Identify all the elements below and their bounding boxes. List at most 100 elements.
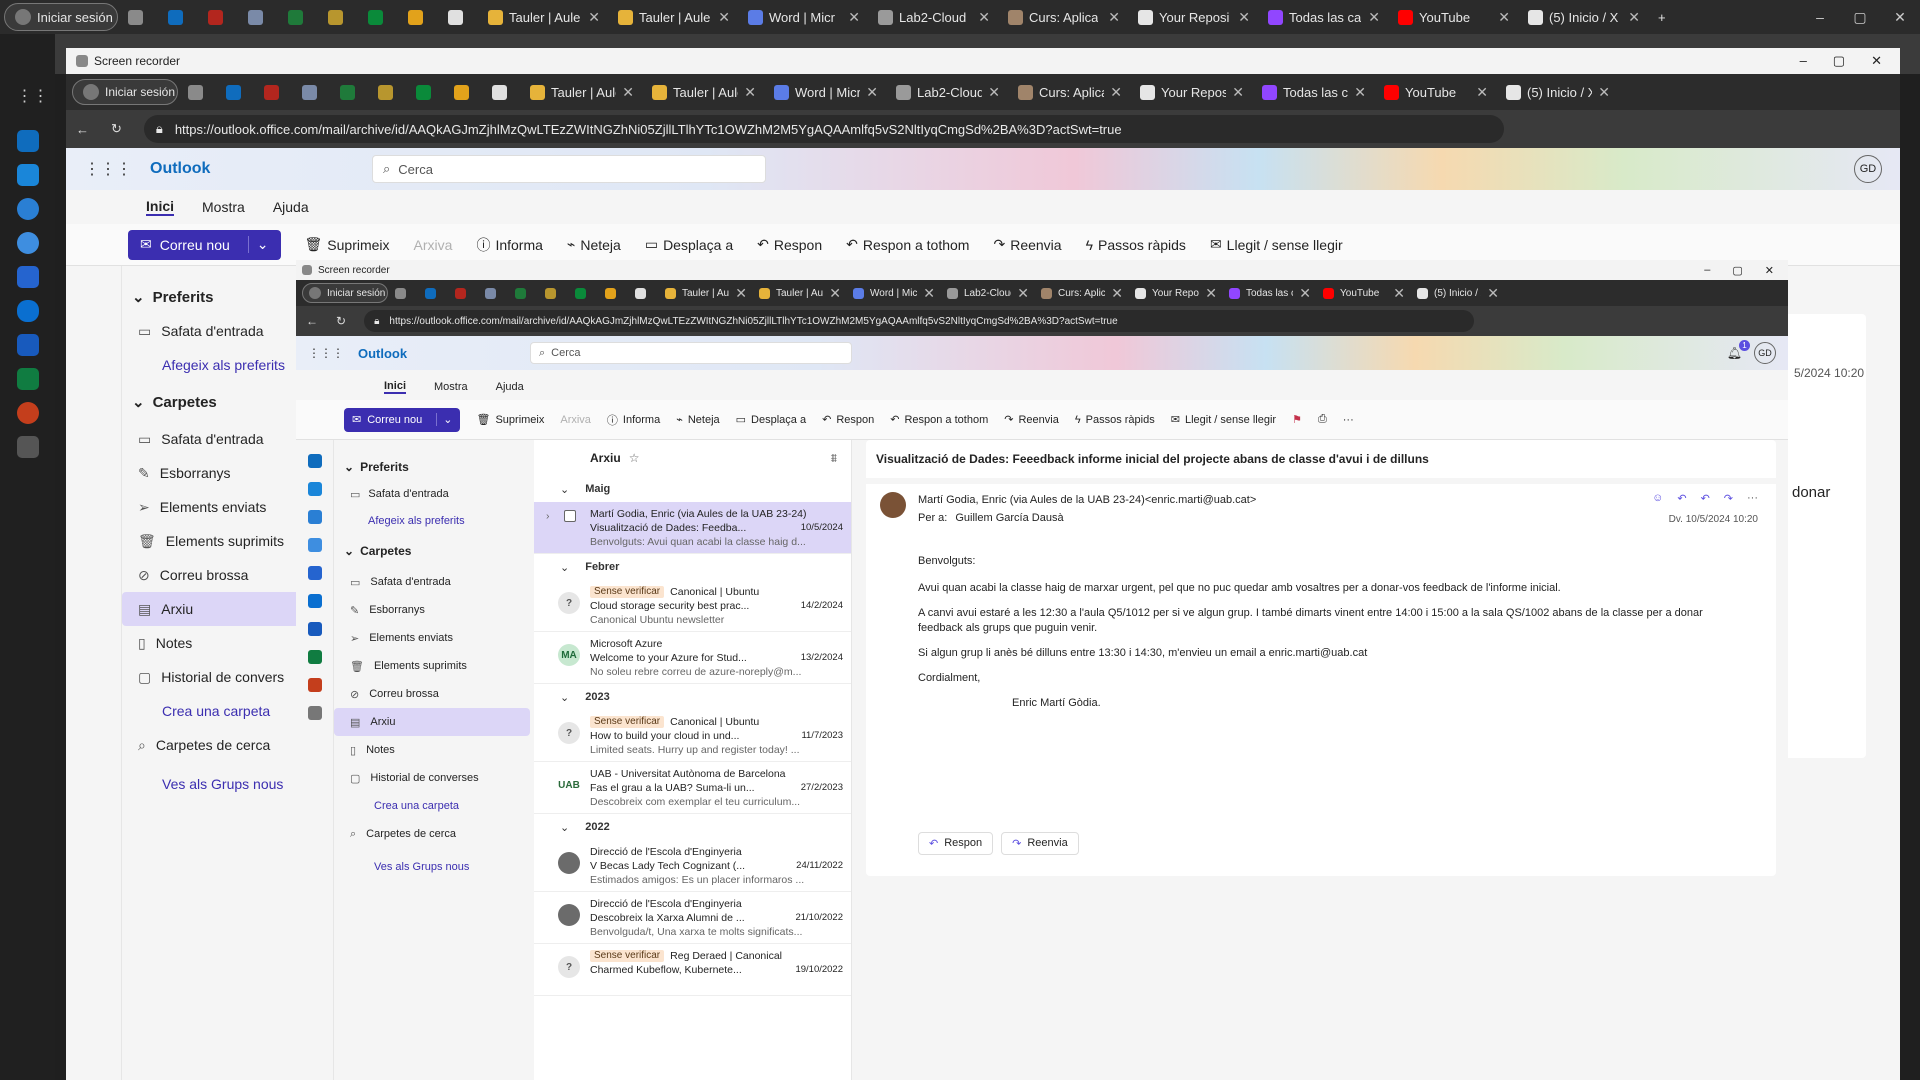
profile-avatar[interactable]: GD [1854, 155, 1882, 183]
apps-grid-icon[interactable]: ⋮⋮ [17, 86, 49, 108]
word-icon[interactable] [16, 334, 39, 356]
folder-note[interactable]: ▯ Notes [122, 626, 302, 660]
search-folders[interactable]: ⌕ Carpetes de cerca [334, 820, 530, 848]
add-favorites-link[interactable]: Afegeix als preferits [122, 348, 302, 382]
report-button[interactable]: ⓘ Informa [607, 412, 660, 428]
close-tab-icon[interactable]: ✕ [1110, 84, 1122, 101]
browser-tab[interactable]: YouTube ✕ [1390, 4, 1518, 30]
browser-tab[interactable] [484, 79, 520, 105]
list-item[interactable]: ? Sense verificar Canonical | Ubuntu Cloud … [534, 580, 851, 632]
maximize-icon[interactable]: ▢ [1840, 9, 1880, 26]
reply-all-button[interactable]: ↶ Respon a tothom [890, 413, 988, 427]
star-icon[interactable]: ☆ [629, 451, 640, 465]
favorites-heading[interactable]: ⌄ Preferits [122, 280, 302, 314]
browser-tab[interactable] [408, 79, 444, 105]
email-from[interactable]: Martí Godia, Enric (via Aules de la UAB … [918, 494, 1256, 506]
browser-tab[interactable] [630, 283, 658, 303]
excel-icon[interactable] [16, 368, 39, 390]
more-icon[interactable]: ··· [1343, 414, 1354, 426]
filter-icon[interactable]: ⩩ [831, 451, 837, 466]
move-button[interactable]: ▭ Desplaça a [736, 413, 806, 427]
close-tab-icon[interactable]: ✕ [1598, 84, 1610, 101]
forward-button[interactable]: ↷ Reenvia [993, 236, 1061, 253]
email-to[interactable]: Guillem García Dausà [955, 512, 1063, 524]
reply-button[interactable]: ↶ Respon [918, 832, 994, 855]
browser-tab[interactable] [446, 79, 482, 105]
browser-tab[interactable] [240, 4, 278, 30]
browser-tab[interactable]: Tauler | Aule ✕ [660, 283, 752, 303]
powerpoint-icon[interactable] [307, 678, 322, 692]
browser-tab[interactable] [440, 4, 478, 30]
delete-button[interactable]: 🗑︎ Suprimeix [305, 236, 390, 253]
new-tab-button[interactable]: + [1650, 3, 1680, 31]
groups-icon[interactable] [307, 538, 322, 552]
browser-tab[interactable] [600, 283, 628, 303]
forward-button[interactable]: ↷ Reenvia [1004, 413, 1059, 427]
search-input[interactable]: ⌕ Cerca [530, 342, 852, 364]
report-button[interactable]: ⓘ Informa [476, 235, 542, 255]
browser-tab[interactable] [200, 4, 238, 30]
close-tab-icon[interactable]: ✕ [1238, 9, 1250, 26]
groups-icon[interactable] [16, 232, 39, 254]
minimize-icon[interactable]: – [1800, 9, 1840, 26]
browser-tab[interactable] [420, 283, 448, 303]
reply-all-icon[interactable]: ↶ [1701, 492, 1710, 505]
maximize-icon[interactable]: ▢ [1732, 264, 1742, 277]
quick-steps-button[interactable]: ϟ Passos ràpids [1086, 237, 1186, 253]
browser-tab[interactable]: (5) Inicio / X ✕ [1520, 4, 1648, 30]
todo-icon[interactable] [307, 566, 322, 580]
new-mail-button[interactable]: ✉ Correu nou ⌄ [344, 407, 461, 432]
profile-button[interactable]: Iniciar sesión [4, 3, 118, 31]
close-tab-icon[interactable]: ✕ [923, 285, 935, 302]
reply-icon[interactable]: ↶ [1677, 492, 1686, 505]
browser-tab[interactable] [256, 79, 292, 105]
browser-tab[interactable]: Todas las ca ✕ [1260, 4, 1388, 30]
close-tab-icon[interactable]: ✕ [978, 9, 990, 26]
back-icon[interactable]: ← [76, 122, 89, 137]
browser-tab[interactable]: Tauler | Aule ✕ [754, 283, 846, 303]
refresh-icon[interactable]: ↻ [336, 314, 346, 328]
folder-folder[interactable]: ▢ Historial de converses [334, 764, 530, 792]
folder-trash[interactable]: 🗑︎ Elements suprimits [334, 652, 530, 680]
browser-tab[interactable]: Tauler | Aule ✕ [480, 4, 608, 30]
close-tab-icon[interactable]: ✕ [622, 84, 634, 101]
browser-tab[interactable] [540, 283, 568, 303]
browser-tab[interactable]: Word | Micr ✕ [848, 283, 940, 303]
browser-tab[interactable]: (5) Inicio / X ✕ [1498, 79, 1618, 105]
close-tab-icon[interactable]: ✕ [1487, 285, 1499, 302]
browser-tab[interactable]: Tauler | Aule ✕ [610, 4, 738, 30]
browser-tab[interactable]: Curs: Aplica ✕ [1036, 283, 1128, 303]
read-unread-button[interactable]: ✉ Llegit / sense llegir [1171, 413, 1276, 427]
mail-icon[interactable] [307, 454, 322, 468]
list-item[interactable]: Direcció de l'Escola d'Enginyeria V Becas… [534, 840, 851, 892]
delete-button[interactable]: 🗑︎ Suprimeix [476, 413, 544, 427]
browser-tab[interactable] [570, 283, 598, 303]
browser-tab[interactable] [370, 79, 406, 105]
browser-tab[interactable]: Tauler | Aule ✕ [522, 79, 642, 105]
calendar-icon[interactable] [307, 482, 322, 496]
browser-tab[interactable]: Your Reposi ✕ [1132, 79, 1252, 105]
close-tab-icon[interactable]: ✕ [1393, 285, 1405, 302]
close-tab-icon[interactable]: ✕ [1498, 9, 1510, 26]
folder-junk[interactable]: ⊘ Correu brossa [334, 680, 530, 708]
profile-button[interactable]: Iniciar sesión [72, 79, 178, 105]
checkbox[interactable] [564, 510, 576, 522]
tab-ajuda[interactable]: Ajuda [496, 381, 524, 393]
browser-tab[interactable] [280, 4, 318, 30]
move-button[interactable]: ▭ Desplaça a [645, 236, 733, 253]
browser-tab[interactable]: Curs: Aplica ✕ [1010, 79, 1130, 105]
browser-tab[interactable]: (5) Inicio / X ✕ [1412, 283, 1504, 303]
onedrive-icon[interactable] [307, 594, 322, 608]
browser-tab[interactable]: Lab2-Cloud ✕ [870, 4, 998, 30]
archive-button[interactable]: Arxiva [560, 414, 591, 426]
word-icon[interactable] [307, 622, 322, 636]
notification-icon[interactable]: 🔔︎ 1 [1727, 340, 1750, 360]
close-tab-icon[interactable]: ✕ [1017, 285, 1029, 302]
groups-link[interactable]: Ves als Grups nous [122, 762, 302, 806]
url-field[interactable]: 🔒︎ https://outlook.office.com/mail/archi… [143, 115, 1504, 143]
url-field[interactable]: 🔒︎ https://outlook.office.com/mail/archi… [364, 310, 1475, 332]
read-unread-button[interactable]: ✉ Llegit / sense llegir [1210, 236, 1343, 253]
more-apps-icon[interactable] [307, 706, 322, 720]
forward-icon[interactable]: ↷ [1724, 492, 1733, 505]
reply-button[interactable]: ↶ Respon [822, 413, 874, 427]
